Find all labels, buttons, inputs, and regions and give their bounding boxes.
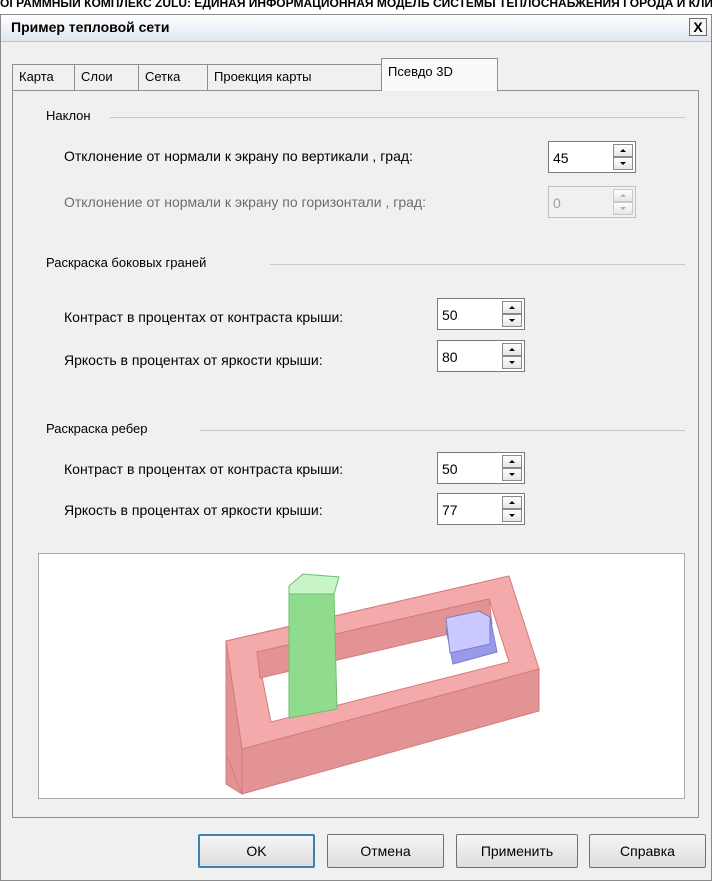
- tower-top-face: [288, 573, 340, 595]
- side-brightness-spin-buttons: [502, 343, 522, 369]
- horizontal-tilt-down-arrow-icon[interactable]: [613, 202, 633, 215]
- tilt-group-title: Наклон: [46, 108, 94, 123]
- edge-contrast-spin-buttons: [502, 455, 522, 481]
- edge-contrast-input[interactable]: [438, 453, 482, 482]
- vertical-tilt-spin-buttons: [613, 144, 633, 170]
- edge-brightness-down-arrow-icon[interactable]: [502, 509, 522, 522]
- edge-brightness-up-arrow-icon[interactable]: [502, 496, 522, 509]
- side-contrast-input[interactable]: [438, 299, 482, 328]
- close-button[interactable]: X: [689, 18, 707, 36]
- side-faces-group-title: Раскраска боковых граней: [46, 255, 210, 270]
- edge-brightness-label: Яркость в процентах от яркости крыши:: [64, 502, 323, 518]
- edges-group-line: [200, 430, 685, 431]
- dialog-titlebar: Пример тепловой сети X: [1, 15, 711, 42]
- pseudo-3d-preview: [38, 553, 685, 799]
- vertical-tilt-label: Отклонение от нормали к экрану по вертик…: [64, 148, 413, 164]
- edge-brightness-spin-buttons: [502, 496, 522, 522]
- apply-button[interactable]: Применить: [456, 834, 578, 868]
- edge-contrast-spinner: [437, 452, 525, 484]
- help-button[interactable]: Справка: [589, 834, 706, 868]
- tower-front-face: [288, 593, 338, 719]
- vertical-tilt-input[interactable]: [549, 142, 593, 171]
- horizontal-tilt-input[interactable]: [549, 187, 593, 216]
- background-document-heading: ОГРАММНЫЙ КОМПЛЕКС ZULU: ЕДИНАЯ ИНФОРМАЦ…: [0, 0, 712, 14]
- horizontal-tilt-spin-buttons: [613, 189, 633, 215]
- side-brightness-input[interactable]: [438, 341, 482, 370]
- cancel-button[interactable]: Отмена: [327, 834, 444, 868]
- vertical-tilt-spinner: [548, 141, 636, 173]
- vertical-tilt-up-arrow-icon[interactable]: [613, 144, 633, 157]
- side-contrast-spinner: [437, 298, 525, 330]
- side-brightness-up-arrow-icon[interactable]: [502, 343, 522, 356]
- edge-contrast-down-arrow-icon[interactable]: [502, 468, 522, 481]
- side-contrast-label: Контраст в процентах от контраста крыши:: [64, 309, 344, 325]
- tilt-group-line: [110, 117, 685, 118]
- tab-pseudo-3d[interactable]: Псевдо 3D: [381, 58, 498, 91]
- ok-button[interactable]: OK: [198, 834, 315, 868]
- horizontal-tilt-spinner: [548, 186, 636, 218]
- background-heading-text: ОГРАММНЫЙ КОМПЛЕКС ZULU: ЕДИНАЯ ИНФОРМАЦ…: [0, 0, 712, 10]
- edge-contrast-up-arrow-icon[interactable]: [502, 455, 522, 468]
- edge-contrast-label: Контраст в процентах от контраста крыши:: [64, 461, 344, 477]
- tab-layers[interactable]: Слои: [74, 64, 139, 90]
- edges-group-title: Раскраска ребер: [46, 421, 151, 436]
- side-brightness-spinner: [437, 340, 525, 372]
- preview-illustration: [225, 573, 540, 795]
- vertical-tilt-down-arrow-icon[interactable]: [613, 157, 633, 170]
- side-contrast-down-arrow-icon[interactable]: [502, 314, 522, 327]
- side-contrast-up-arrow-icon[interactable]: [502, 301, 522, 314]
- edge-brightness-spinner: [437, 493, 525, 525]
- side-brightness-label: Яркость в процентах от яркости крыши:: [64, 352, 323, 368]
- horizontal-tilt-up-arrow-icon[interactable]: [613, 189, 633, 202]
- dialog-title: Пример тепловой сети: [11, 19, 170, 35]
- tab-map[interactable]: Карта: [12, 64, 75, 90]
- side-faces-group-line: [270, 264, 685, 265]
- edge-brightness-input[interactable]: [438, 494, 482, 523]
- tab-map-projection[interactable]: Проекция карты: [207, 64, 382, 90]
- horizontal-tilt-label: Отклонение от нормали к экрану по горизо…: [64, 194, 426, 210]
- side-brightness-down-arrow-icon[interactable]: [502, 356, 522, 369]
- side-contrast-spin-buttons: [502, 301, 522, 327]
- tab-grid[interactable]: Сетка: [138, 64, 208, 90]
